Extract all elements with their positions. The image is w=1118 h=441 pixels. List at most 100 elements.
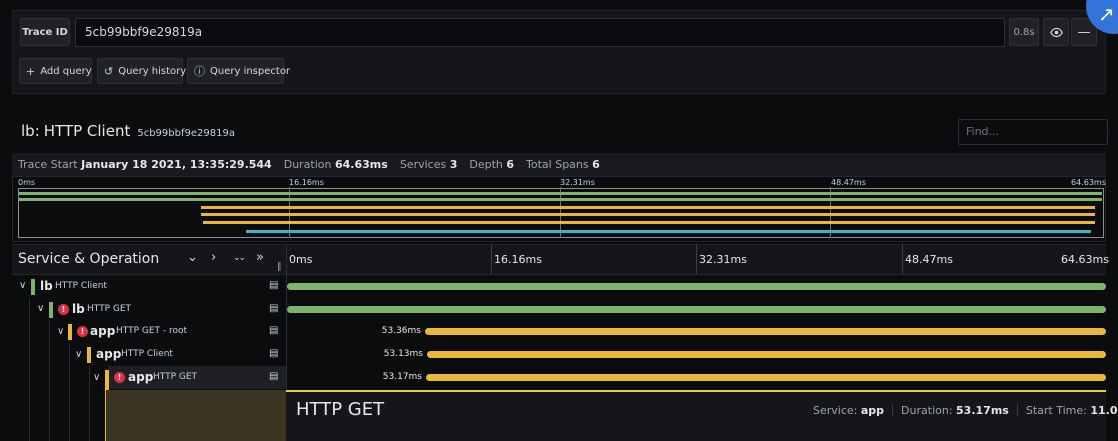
chevron-down-icon[interactable]: ∨ <box>19 280 26 291</box>
span-service: lb <box>40 279 53 293</box>
span-duration: 53.13ms <box>383 349 423 359</box>
total-spans-value: 6 <box>592 158 600 171</box>
minimap-tick: 16.16ms <box>289 178 324 187</box>
plus-icon: + <box>26 64 36 78</box>
trace-title-id: 5cb99bbf9e29819a <box>137 128 235 139</box>
history-icon: ↺ <box>104 64 114 78</box>
span-bar[interactable] <box>287 283 1106 290</box>
minimap-tick: 0ms <box>18 178 36 187</box>
span-logs-icon[interactable]: ▤ <box>269 348 278 359</box>
span-operation: HTTP GET <box>87 304 132 314</box>
divider <box>1016 404 1018 416</box>
trace-start-label: Trace Start <box>18 158 78 171</box>
timeline-tick: 32.31ms <box>699 253 747 266</box>
collapse-one-icon[interactable]: ⌄ <box>187 250 198 265</box>
duration-label: Duration <box>283 158 332 171</box>
arrow-icon: ↗ <box>1098 2 1115 26</box>
duration-value: 64.63ms <box>335 158 388 171</box>
detail-row-highlight <box>106 390 286 441</box>
span-bar[interactable] <box>287 306 1106 313</box>
timeline-tick: 64.63ms <box>1061 253 1109 266</box>
services-label: Services <box>399 158 447 171</box>
trace-start-value: January 18 2021, 13:35:29.544 <box>81 158 272 171</box>
span-logs-icon[interactable]: ▤ <box>269 325 278 336</box>
detail-duration-label: Duration: <box>901 404 953 417</box>
query-history-button[interactable]: ↺ Query history <box>97 58 187 84</box>
minimap-tick: 32.31ms <box>560 178 595 187</box>
span-duration: 53.36ms <box>381 326 421 336</box>
span-operation: HTTP Client <box>55 281 107 291</box>
minimap-span-bar <box>19 198 1102 201</box>
add-query-label: Add query <box>40 65 92 77</box>
add-query-button[interactable]: + Add query <box>19 58 92 84</box>
span-service: lb <box>72 302 85 316</box>
error-icon: ! <box>114 372 125 383</box>
chevron-down-icon[interactable]: ∨ <box>93 372 100 383</box>
minimap-tick: 64.63ms <box>1071 178 1106 187</box>
timeline-gridline <box>491 244 492 275</box>
span-duration: 53.17ms <box>382 372 422 382</box>
expand-all-icon[interactable]: » <box>256 250 264 265</box>
span-service: app <box>96 347 122 361</box>
services-value: 3 <box>449 158 458 171</box>
collapse-all-icon[interactable]: ⌄⌄ <box>233 253 246 263</box>
expand-one-icon[interactable]: › <box>211 250 216 265</box>
trace-title: lb: HTTP Client 5cb99bbf9e29819a <box>21 122 235 140</box>
divider <box>892 404 894 416</box>
service-color-bar <box>31 279 35 295</box>
chevron-down-icon[interactable]: ∨ <box>75 349 82 360</box>
trace-meta-bar: Trace Start January 18 2021, 13:35:29.54… <box>12 153 1106 176</box>
span-logs-icon[interactable]: ▤ <box>269 371 278 382</box>
service-color-bar <box>87 347 91 363</box>
span-service: app <box>128 370 154 384</box>
detail-start-value: 11.06ms <box>1090 404 1118 417</box>
span-logs-icon[interactable]: ▤ <box>269 303 278 314</box>
trace-id-input[interactable]: 5cb99bbf9e29819a <box>75 18 1005 47</box>
span-bar[interactable] <box>427 351 1106 358</box>
span-service: app <box>90 324 116 338</box>
minimap-span-bar <box>201 213 1095 216</box>
detail-duration-value: 53.17ms <box>956 404 1009 417</box>
service-color-bar <box>68 324 72 340</box>
trace-id-label: Trace ID <box>20 18 70 46</box>
minimap-span-bar <box>201 206 1095 209</box>
detail-start-label: Start Time: <box>1025 404 1087 417</box>
timeline-tick: 0ms <box>289 253 313 266</box>
minimap-span-bar <box>203 221 1095 224</box>
info-icon: ⓘ <box>194 65 205 78</box>
timeline-tick: 48.47ms <box>905 253 953 266</box>
depth-value: 6 <box>506 158 515 171</box>
query-history-label: Query history <box>118 65 187 77</box>
query-inspector-button[interactable]: ⓘ Query inspector <box>187 58 290 84</box>
total-spans-label: Total Spans <box>526 158 589 171</box>
query-time-badge: 0.8s <box>1009 18 1039 46</box>
trace-title-operation: HTTP Client <box>43 122 131 140</box>
chevron-down-icon[interactable]: ∨ <box>57 326 64 337</box>
service-operation-header: Service & Operation <box>18 251 160 267</box>
service-color-bar <box>49 302 53 318</box>
span-bar[interactable] <box>425 328 1106 335</box>
span-operation: HTTP GET - root <box>116 326 188 336</box>
minimap-span-bar <box>246 230 1091 233</box>
detail-service-label: Service: <box>813 404 858 417</box>
detail-service-value: app <box>860 404 885 417</box>
minimap-tick: 48.47ms <box>831 178 866 187</box>
span-operation: HTTP Client <box>121 349 173 359</box>
eye-icon[interactable] <box>1043 18 1069 46</box>
span-detail-title: HTTP GET <box>296 399 385 420</box>
find-input[interactable]: Find... <box>958 119 1108 145</box>
error-icon: ! <box>77 326 88 337</box>
minimap-span-bar <box>19 192 1102 195</box>
span-detail-meta: Service: app Duration: 53.17ms Start Tim… <box>813 404 1118 417</box>
span-logs-icon[interactable]: ▤ <box>269 280 278 291</box>
query-inspector-label: Query inspector <box>210 65 291 77</box>
depth-label: Depth <box>469 158 503 171</box>
trace-title-service: lb: <box>21 122 40 140</box>
error-icon: ! <box>58 304 69 315</box>
column-resize-handle[interactable]: ‖ <box>277 262 282 272</box>
span-bar[interactable] <box>426 374 1106 381</box>
timeline-gridline <box>696 244 697 275</box>
span-operation: HTTP GET <box>153 372 198 382</box>
timeline-tick: 16.16ms <box>494 253 542 266</box>
chevron-down-icon[interactable]: ∨ <box>37 303 44 314</box>
